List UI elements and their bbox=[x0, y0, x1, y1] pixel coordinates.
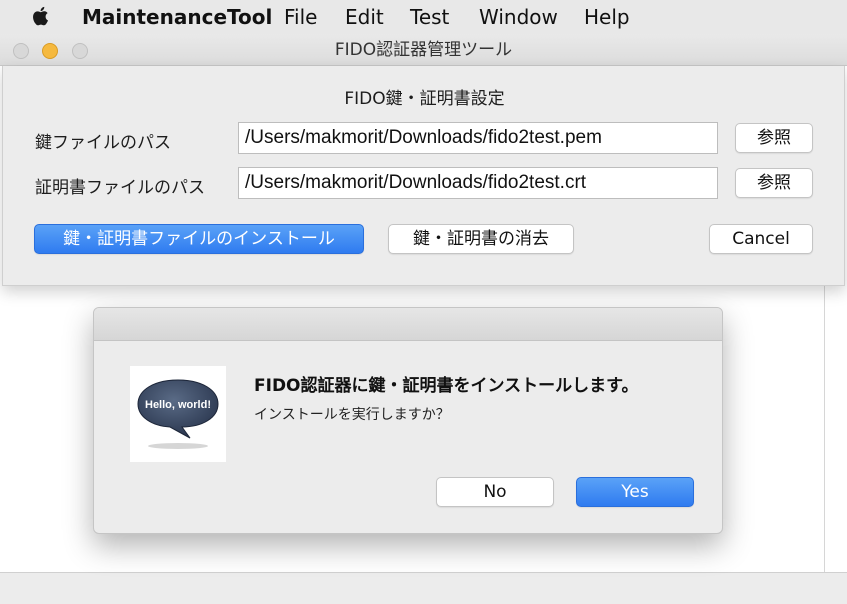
menu-help[interactable]: Help bbox=[584, 0, 630, 34]
key-path-label: 鍵ファイルのパス bbox=[35, 133, 171, 153]
confirm-dialog: Hello, world! FIDO認証器に鍵・証明書をインストールします。 イ… bbox=[93, 307, 723, 534]
no-button[interactable]: No bbox=[436, 477, 554, 507]
apple-icon[interactable] bbox=[30, 4, 52, 28]
window-titlebar: FIDO認証器管理ツール bbox=[0, 34, 847, 66]
yes-button[interactable]: Yes bbox=[576, 477, 694, 507]
key-browse-button[interactable]: 参照 bbox=[735, 123, 813, 153]
window-bottom-bar bbox=[0, 572, 847, 604]
menu-app-name[interactable]: MaintenanceTool bbox=[82, 0, 272, 34]
menu-edit[interactable]: Edit bbox=[345, 0, 384, 34]
cancel-button[interactable]: Cancel bbox=[709, 224, 813, 254]
settings-sheet: FIDO鍵・証明書設定 鍵ファイルのパス /Users/makmorit/Dow… bbox=[2, 66, 845, 286]
dialog-titlebar bbox=[94, 308, 722, 341]
window-title: FIDO認証器管理ツール bbox=[334, 40, 513, 60]
cert-path-label: 証明書ファイルのパス bbox=[35, 178, 205, 198]
bubble-text: Hello, world! bbox=[145, 399, 211, 411]
menu-bar: MaintenanceTool File Edit Test Window He… bbox=[0, 0, 847, 34]
hello-world-bubble-icon: Hello, world! bbox=[130, 366, 226, 462]
cert-browse-button[interactable]: 参照 bbox=[735, 168, 813, 198]
menu-file[interactable]: File bbox=[284, 0, 317, 34]
menu-window[interactable]: Window bbox=[479, 0, 558, 34]
dialog-message: FIDO認証器に鍵・証明書をインストールします。 bbox=[254, 376, 639, 396]
dialog-informative-text: インストールを実行しますか？ bbox=[254, 407, 450, 423]
menu-test[interactable]: Test bbox=[410, 0, 449, 34]
cert-path-field[interactable]: /Users/makmorit/Downloads/fido2test.crt bbox=[238, 167, 718, 199]
install-keys-button[interactable]: 鍵・証明書ファイルのインストール bbox=[34, 224, 364, 254]
erase-keys-button[interactable]: 鍵・証明書の消去 bbox=[388, 224, 574, 254]
key-path-field[interactable]: /Users/makmorit/Downloads/fido2test.pem bbox=[238, 122, 718, 154]
window-edge-divider bbox=[824, 284, 825, 604]
sheet-title: FIDO鍵・証明書設定 bbox=[344, 89, 505, 109]
